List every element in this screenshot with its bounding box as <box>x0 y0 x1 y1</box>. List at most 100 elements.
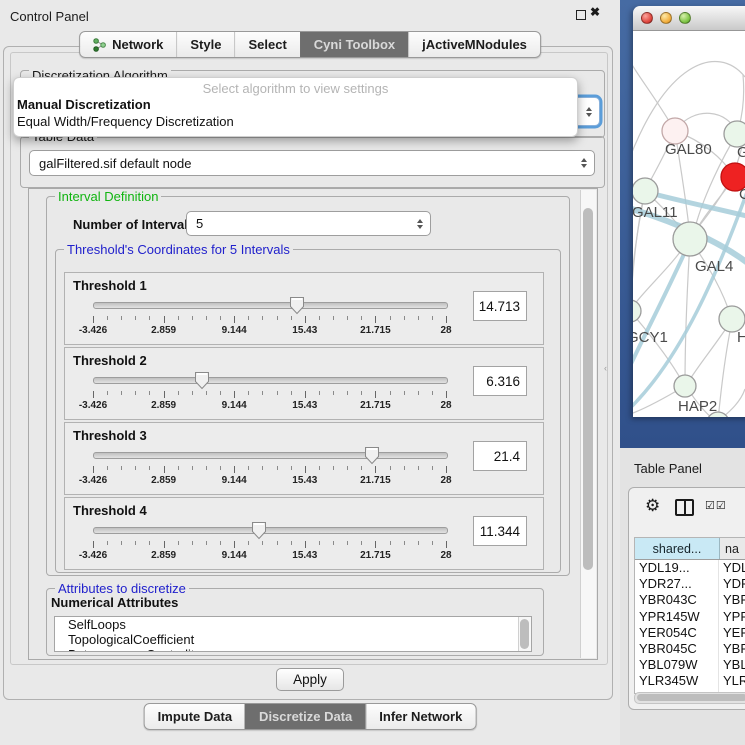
tab-network[interactable]: Network <box>80 32 176 57</box>
close-icon[interactable]: ✖ <box>590 5 600 19</box>
slider-tick <box>135 391 136 395</box>
tab-select[interactable]: Select <box>234 32 299 57</box>
table-cell[interactable]: YLR3 <box>719 673 745 689</box>
close-traffic-light-icon[interactable] <box>641 12 653 24</box>
tab-label: Discretize Data <box>259 709 352 724</box>
table-row[interactable]: YER054CYER0 <box>635 625 745 641</box>
tab-style[interactable]: Style <box>176 32 234 57</box>
table-cell[interactable]: YBR043C <box>635 592 719 608</box>
dropdown-item[interactable]: Equal Width/Frequency Discretization <box>14 113 577 130</box>
apply-button[interactable]: Apply <box>276 668 344 691</box>
slider-tick <box>220 316 221 320</box>
splitter-collapse-icon[interactable]: ‹ <box>604 363 607 373</box>
table-row[interactable]: YDR27...YDR2 <box>635 576 745 592</box>
zoom-traffic-light-icon[interactable] <box>679 12 691 24</box>
attributes-title: Attributes to discretize <box>55 581 189 596</box>
slider-scale-label: 15.43 <box>281 550 329 561</box>
table-cell[interactable]: YPR145W <box>635 609 719 625</box>
tab-cyni-toolbox[interactable]: Cyni Toolbox <box>300 32 408 57</box>
column-header-name[interactable]: na <box>720 538 745 559</box>
tab-jactivemnodules[interactable]: jActiveMNodules <box>408 32 540 57</box>
table-row[interactable]: YPR145WYPR1 <box>635 609 745 625</box>
table-cell[interactable]: YDL1 <box>719 560 745 576</box>
slider-track[interactable] <box>93 452 448 459</box>
slider-track[interactable] <box>93 302 448 309</box>
attribute-list-item[interactable]: SelfLoops <box>55 617 531 632</box>
tab-infer-network[interactable]: Infer Network <box>365 704 475 729</box>
table-cell[interactable]: YBR045C <box>635 641 719 657</box>
slider-handle[interactable] <box>289 296 305 320</box>
network-window-titlebar[interactable] <box>633 6 745 31</box>
table-cell[interactable]: YER0 <box>719 625 745 641</box>
tab-impute-data[interactable]: Impute Data <box>145 704 245 729</box>
table-cell[interactable]: YDR27... <box>635 576 719 592</box>
table-data-combobox[interactable]: galFiltered.sif default node <box>29 150 595 176</box>
slider-tick <box>206 466 207 470</box>
slider-handle[interactable] <box>364 446 380 470</box>
node-table[interactable]: shared... na YDL19...YDL1YDR27...YDR2YBR… <box>634 537 745 694</box>
table-row[interactable]: YLR345WYLR3 <box>635 673 745 689</box>
slider-track[interactable] <box>93 377 448 384</box>
column-header-shared-name[interactable]: shared... <box>635 538 720 559</box>
attribute-list-item[interactable]: TopologicalCoefficient <box>55 632 531 647</box>
slider-tick <box>432 541 433 545</box>
slider-track[interactable] <box>93 527 448 534</box>
slider-tick <box>234 541 235 548</box>
table-cell[interactable]: YPR1 <box>719 609 745 625</box>
dropdown-item[interactable]: Manual Discretization <box>14 96 577 113</box>
gear-icon[interactable]: ⚙ <box>645 496 660 516</box>
table-cell[interactable]: YBR0 <box>719 592 745 608</box>
slider-tick <box>277 391 278 395</box>
slider-tick <box>192 466 193 470</box>
network-node[interactable] <box>633 178 658 204</box>
slider-scale-label: 9.144 <box>210 325 258 336</box>
network-canvas[interactable]: GAL80GACGAL11GAL4GCY1HHAP2 <box>633 31 745 417</box>
table-cell[interactable]: YBR0 <box>719 641 745 657</box>
slider-tick <box>107 541 108 545</box>
settings-scrollbar[interactable] <box>580 190 596 658</box>
slider-tick <box>390 466 391 470</box>
table-row[interactable]: YBL079WYBL0 <box>635 657 745 673</box>
table-cell[interactable]: YDR2 <box>719 576 745 592</box>
threshold-value-field[interactable] <box>473 516 527 546</box>
table-cell[interactable]: YDL19... <box>635 560 719 576</box>
slider-scale-label: 15.43 <box>281 400 329 411</box>
top-tab-bar: NetworkStyleSelectCyni ToolboxjActiveMNo… <box>79 31 541 58</box>
slider-handle[interactable] <box>251 521 267 545</box>
slider-scale-label: 9.144 <box>210 475 258 486</box>
network-node[interactable] <box>674 375 696 397</box>
table-row[interactable]: YBR043CYBR0 <box>635 592 745 608</box>
network-window[interactable]: GAL80GACGAL11GAL4GCY1HHAP2 <box>633 6 745 417</box>
threshold-value-field[interactable] <box>473 291 527 321</box>
attributes-list[interactable]: SelfLoopsTopologicalCoefficientBetweenne… <box>54 616 532 652</box>
network-node[interactable] <box>673 222 707 256</box>
float-window-icon[interactable] <box>576 10 586 20</box>
network-node[interactable] <box>633 300 641 322</box>
attribute-list-item[interactable]: BetweennessCentrality <box>55 647 531 652</box>
scrollbar-thumb[interactable] <box>637 694 745 701</box>
scrollbar-thumb[interactable] <box>583 208 593 570</box>
scrollbar-thumb[interactable] <box>520 619 529 649</box>
table-cell[interactable]: YBL0 <box>719 657 745 673</box>
columns-icon[interactable] <box>675 499 694 516</box>
slider-tick <box>418 466 419 470</box>
checkbox-icons[interactable]: ☑☑ <box>705 499 727 512</box>
threshold-value-field[interactable] <box>473 441 527 471</box>
table-cell[interactable]: YLR345W <box>635 673 719 689</box>
table-cell[interactable]: YER054C <box>635 625 719 641</box>
slider-tick <box>93 466 94 473</box>
table-row[interactable]: YDL19...YDL1 <box>635 560 745 576</box>
slider-tick <box>93 391 94 398</box>
slider-tick <box>418 391 419 395</box>
network-node-label: H <box>737 329 745 346</box>
table-cell[interactable]: YBL079W <box>635 657 719 673</box>
num-intervals-combobox[interactable]: 5 <box>186 211 431 236</box>
slider-handle[interactable] <box>194 371 210 395</box>
minimize-traffic-light-icon[interactable] <box>660 12 672 24</box>
threshold-value-field[interactable] <box>473 366 527 396</box>
slider-tick <box>333 316 334 320</box>
table-row[interactable]: YBR045CYBR0 <box>635 641 745 657</box>
tab-discretize-data[interactable]: Discretize Data <box>245 704 365 729</box>
attributes-scrollbar[interactable] <box>518 617 531 651</box>
table-hscrollbar[interactable] <box>634 692 745 704</box>
